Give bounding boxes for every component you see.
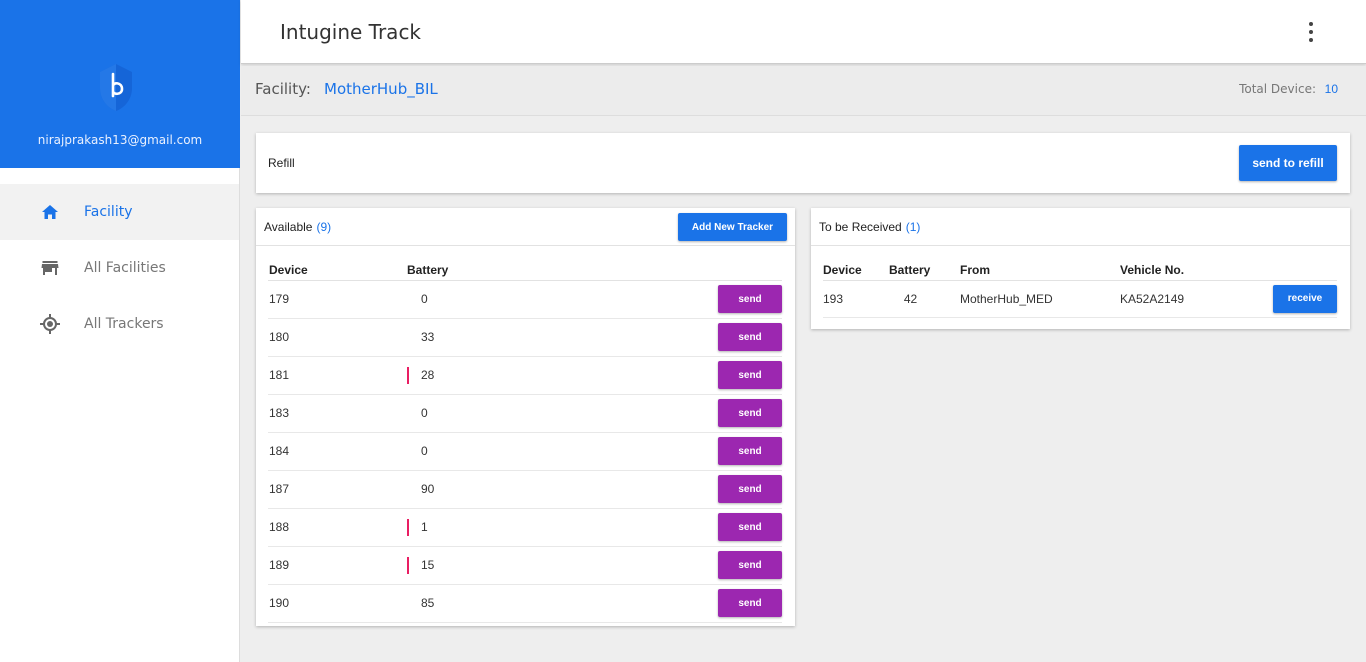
column-header-device: Device — [823, 246, 889, 281]
sidebar: nirajprakash13@gmail.com Facility All Fa… — [0, 0, 240, 662]
table-row: 193 42 MotherHub_MED KA52A2149 receive — [823, 280, 1337, 318]
table-row: 187 90 send — [268, 470, 782, 509]
sidebar-item-facility[interactable]: Facility — [0, 184, 239, 240]
home-icon — [40, 202, 60, 222]
available-count: (9) — [316, 220, 332, 234]
column-header-device: Device — [268, 246, 407, 281]
column-header-vehicle-no: Vehicle No. — [1120, 246, 1270, 281]
low-battery-indicator — [407, 556, 409, 574]
send-button[interactable]: send — [718, 437, 782, 465]
device-id: 188 — [268, 508, 407, 547]
available-header: Available (9) Add New Tracker — [256, 208, 795, 246]
device-id: 180 — [268, 318, 407, 357]
to-be-received-count: (1) — [905, 220, 921, 234]
add-new-tracker-button[interactable]: Add New Tracker — [678, 213, 787, 241]
battery-level: 33 — [421, 330, 435, 344]
to-be-received-table-body: 193 42 MotherHub_MED KA52A2149 receive — [823, 280, 1337, 318]
facility-label: Facility: — [255, 80, 311, 98]
from-facility: MotherHub_MED — [960, 280, 1120, 318]
app-title: Intugine Track — [280, 20, 422, 44]
device-id: 193 — [823, 280, 889, 318]
refill-card: Refill send to refill — [256, 133, 1350, 193]
refill-label: Refill — [268, 156, 295, 170]
available-card: Available (9) Add New Tracker Device Batt… — [256, 208, 795, 626]
battery-level: 1 — [421, 520, 428, 534]
column-header-battery: Battery — [407, 246, 707, 281]
column-header-battery: Battery — [889, 246, 960, 281]
table-row: 189 15 send — [268, 546, 782, 585]
send-button[interactable]: send — [718, 551, 782, 579]
store-icon — [40, 258, 60, 278]
facility-name: MotherHub_BIL — [324, 80, 438, 98]
device-id: 184 — [268, 432, 407, 471]
to-be-received-table: Device Battery From Vehicle No. 193 42 Mot… — [823, 246, 1337, 318]
sidebar-nav: Facility All Facilities All Trackers — [0, 184, 239, 352]
low-battery-indicator — [407, 595, 409, 612]
battery-level: 15 — [421, 558, 435, 572]
battery-level: 0 — [421, 292, 428, 306]
top-app-bar: Intugine Track — [241, 0, 1366, 64]
battery-level: 85 — [421, 596, 435, 610]
sidebar-item-label: All Trackers — [84, 316, 164, 332]
device-id: 179 — [268, 280, 407, 319]
table-row: 190 85 send — [268, 584, 782, 623]
sidebar-item-label: Facility — [84, 204, 133, 220]
sidebar-item-all-facilities[interactable]: All Facilities — [0, 240, 239, 296]
sidebar-item-label: All Facilities — [84, 260, 166, 276]
device-id: 181 — [268, 356, 407, 395]
send-button[interactable]: send — [718, 361, 782, 389]
low-battery-indicator — [407, 443, 409, 460]
battery-level: 90 — [421, 482, 435, 496]
battery-level: 28 — [421, 368, 435, 382]
device-id: 187 — [268, 470, 407, 509]
to-be-received-header: To be Received (1) — [811, 208, 1350, 246]
low-battery-indicator — [407, 366, 409, 384]
total-device-label: Total Device: — [1239, 82, 1316, 96]
send-button[interactable]: send — [718, 589, 782, 617]
send-button[interactable]: send — [718, 513, 782, 541]
send-button[interactable]: send — [718, 285, 782, 313]
low-battery-indicator — [407, 291, 409, 308]
table-row: 183 0 send — [268, 394, 782, 433]
table-row: 188 1 send — [268, 508, 782, 547]
table-row: 184 0 send — [268, 432, 782, 471]
low-battery-indicator — [407, 329, 409, 346]
gps-target-icon — [40, 314, 60, 334]
to-be-received-title: To be Received (1) — [819, 220, 921, 234]
battery-level: 42 — [889, 280, 960, 318]
sidebar-item-all-trackers[interactable]: All Trackers — [0, 296, 239, 352]
send-button[interactable]: send — [718, 475, 782, 503]
column-header-from: From — [960, 246, 1120, 281]
battery-level: 0 — [421, 444, 428, 458]
vehicle-number: KA52A2149 — [1120, 280, 1270, 318]
send-button[interactable]: send — [718, 323, 782, 351]
device-id: 190 — [268, 584, 407, 623]
available-title: Available (9) — [264, 220, 332, 234]
sidebar-header: nirajprakash13@gmail.com — [0, 0, 240, 168]
table-row: 181 28 send — [268, 356, 782, 395]
available-table: Device Battery 179 0 send 180 33 send 181 28 sen… — [268, 246, 782, 623]
total-device-count: 10 — [1324, 82, 1338, 96]
receive-button[interactable]: receive — [1273, 284, 1337, 313]
low-battery-indicator — [407, 481, 409, 498]
intugine-logo-icon — [100, 64, 132, 111]
device-id: 189 — [268, 546, 407, 585]
device-id: 183 — [268, 394, 407, 433]
send-to-refill-button[interactable]: send to refill — [1239, 145, 1337, 181]
more-options-icon[interactable] — [1304, 22, 1318, 42]
available-table-body: 179 0 send 180 33 send 181 28 send 183 0 send 184 0 se… — [268, 280, 782, 623]
table-row: 180 33 send — [268, 318, 782, 357]
battery-level: 0 — [421, 406, 428, 420]
user-email: nirajprakash13@gmail.com — [37, 133, 203, 147]
send-button[interactable]: send — [718, 399, 782, 427]
low-battery-indicator — [407, 405, 409, 422]
table-row: 179 0 send — [268, 280, 782, 319]
low-battery-indicator — [407, 518, 409, 536]
to-be-received-card: To be Received (1) Device Battery From Ve… — [811, 208, 1350, 329]
facility-bar: Facility: MotherHub_BIL Total Device: 10 — [241, 66, 1366, 116]
